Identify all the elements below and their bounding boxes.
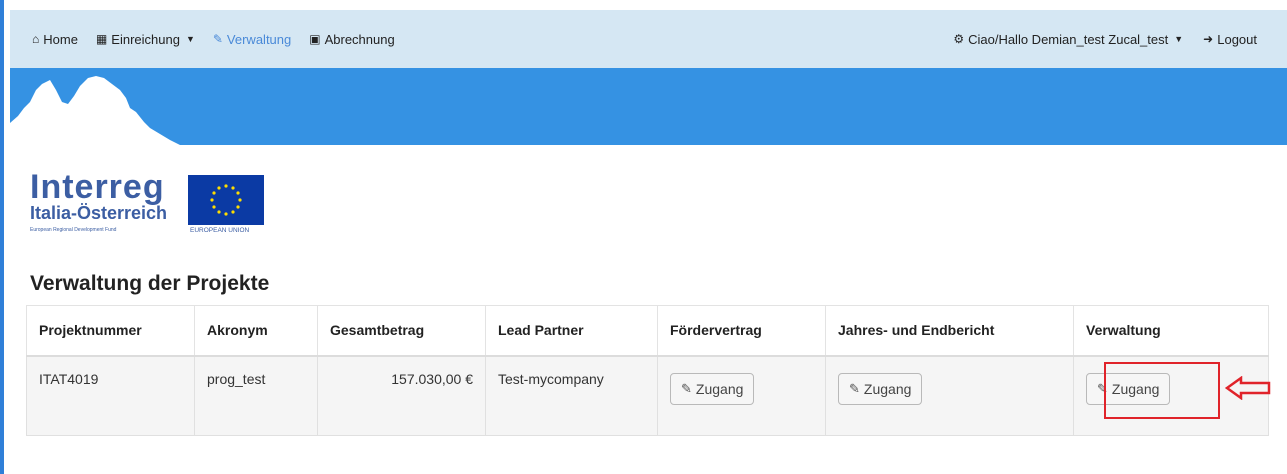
- nav-einreichung-label: Einreichung: [111, 31, 180, 47]
- button-label: Zugang: [863, 380, 912, 397]
- nav-verwaltung-label: Verwaltung: [226, 31, 292, 47]
- cell-lead-partner: Test-mycompany: [485, 355, 658, 436]
- arrow-left-icon: [1225, 376, 1271, 400]
- user-menu-label: Ciao/Hallo Demian_test Zucal_test: [968, 31, 1169, 47]
- edit-icon: ✎: [681, 380, 692, 396]
- nav-home[interactable]: ⌂ Home: [32, 32, 78, 47]
- projects-table: Projektnummer Akronym Gesamtbetrag Lead …: [26, 305, 1269, 436]
- cell-foerdervertrag: ✎ Zugang: [657, 355, 826, 436]
- eu-label-text: EUROPEAN UNION: [190, 227, 250, 234]
- bericht-zugang-button[interactable]: ✎ Zugang: [838, 372, 923, 405]
- nav-verwaltung[interactable]: ✎ Verwaltung: [213, 32, 291, 47]
- interreg-logo: Interreg Italia-Österreich European Regi…: [30, 170, 275, 236]
- col-header-gesamtbetrag: Gesamtbetrag: [317, 305, 486, 357]
- logo-region-text: Italia-Österreich: [30, 203, 168, 223]
- button-label: Zugang: [695, 380, 744, 397]
- page-title: Verwaltung der Projekte: [30, 272, 270, 295]
- mountain-silhouette-icon: [10, 76, 180, 145]
- header-banner: [10, 68, 1287, 145]
- logout-link[interactable]: ➜ Logout: [1203, 32, 1257, 47]
- cell-bericht: ✎ Zugang: [825, 355, 1074, 436]
- logo-fund-text: European Regional Development Fund: [30, 227, 117, 233]
- nav-einreichung-dropdown[interactable]: ▦ Einreichung ▼: [96, 32, 195, 47]
- nav-abrechnung[interactable]: ▣ Abrechnung: [309, 32, 394, 47]
- table-row: ITAT4019 prog_test 157.030,00 € Test-myc…: [26, 355, 1269, 436]
- pencil-icon: ✎: [212, 32, 223, 46]
- col-header-projektnummer: Projektnummer: [26, 305, 195, 357]
- logout-label: Logout: [1217, 31, 1257, 47]
- caret-down-icon: ▼: [1174, 34, 1184, 44]
- nav-abrechnung-label: Abrechnung: [324, 31, 395, 47]
- caret-down-icon: ▼: [185, 34, 195, 44]
- home-icon: ⌂: [32, 32, 40, 46]
- window-left-edge: [0, 0, 7, 474]
- top-navbar: ⌂ Home ▦ Einreichung ▼ ✎ Verwaltung ▣ Ab…: [10, 10, 1287, 68]
- nav-right-group: ⚙ Ciao/Hallo Demian_test Zucal_test ▼ ➜ …: [933, 32, 1287, 47]
- logo-interreg-text: Interreg: [30, 168, 165, 206]
- logout-icon: ➜: [1203, 32, 1214, 46]
- col-header-lead-partner: Lead Partner: [485, 305, 658, 357]
- gear-icon: ⚙: [953, 32, 965, 46]
- window-top-edge: [0, 0, 1287, 10]
- table-header-row: Projektnummer Akronym Gesamtbetrag Lead …: [26, 305, 1269, 357]
- cell-akronym: prog_test: [194, 355, 318, 436]
- col-header-foerdervertrag: Fördervertrag: [657, 305, 826, 357]
- nav-left-group: ⌂ Home ▦ Einreichung ▼ ✎ Verwaltung ▣ Ab…: [10, 32, 413, 47]
- highlight-box: [1104, 362, 1220, 419]
- cell-projektnummer: ITAT4019: [26, 355, 195, 436]
- building-icon: ▦: [95, 32, 108, 46]
- col-header-akronym: Akronym: [194, 305, 318, 357]
- col-header-bericht: Jahres- und Endbericht: [825, 305, 1074, 357]
- user-menu-dropdown[interactable]: ⚙ Ciao/Hallo Demian_test Zucal_test ▼: [953, 32, 1183, 47]
- cell-gesamtbetrag: 157.030,00 €: [317, 355, 486, 436]
- money-icon: ▣: [309, 32, 321, 46]
- nav-home-label: Home: [43, 31, 78, 47]
- eu-flag-icon: [188, 175, 264, 225]
- edit-icon: ✎: [849, 380, 860, 396]
- foerdervertrag-zugang-button[interactable]: ✎ Zugang: [670, 372, 755, 405]
- col-header-verwaltung: Verwaltung: [1073, 305, 1269, 357]
